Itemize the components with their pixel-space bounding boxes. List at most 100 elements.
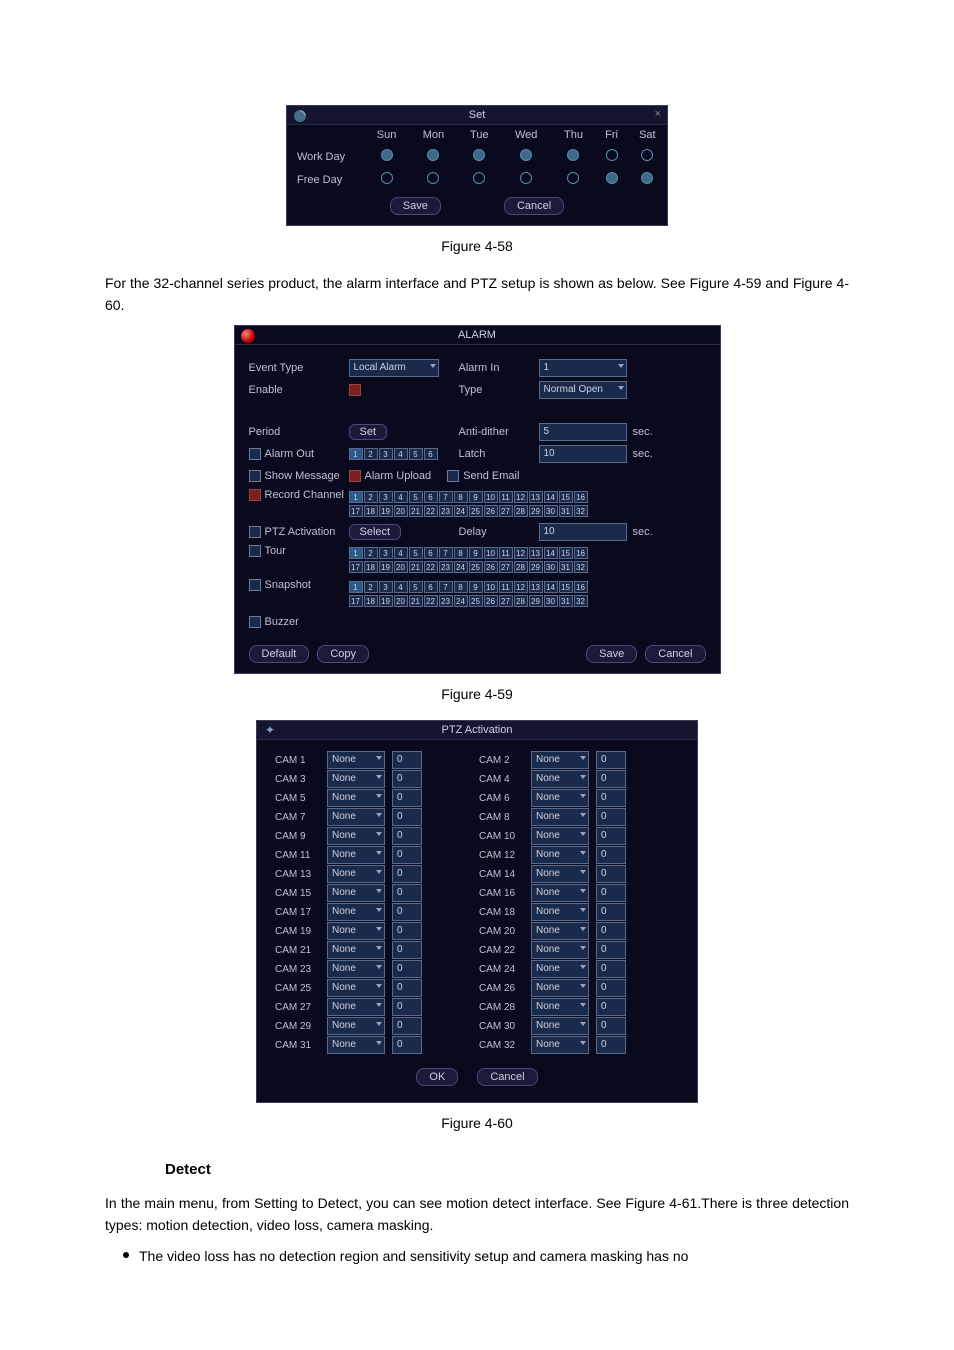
ptz-value-input[interactable]: 0	[392, 903, 422, 921]
radio-freeday-wed[interactable]	[520, 172, 532, 184]
channel-box[interactable]: 16	[574, 581, 588, 593]
channel-box[interactable]: 8	[454, 581, 468, 593]
channel-box[interactable]: 5	[409, 547, 423, 559]
channel-box[interactable]: 26	[484, 595, 498, 607]
ptz-value-input[interactable]: 0	[392, 846, 422, 864]
channel-box[interactable]: 23	[439, 595, 453, 607]
channel-box[interactable]: 29	[529, 561, 543, 573]
cancel-button[interactable]: Cancel	[504, 197, 564, 215]
alarm-out-checkbox[interactable]	[249, 448, 261, 460]
channel-box[interactable]: 15	[559, 547, 573, 559]
channel-box[interactable]: 9	[469, 491, 483, 503]
channel-box[interactable]: 28	[514, 505, 528, 517]
channel-box[interactable]: 32	[574, 595, 588, 607]
ptz-value-input[interactable]: 0	[392, 1017, 422, 1035]
radio-workday-mon[interactable]	[427, 149, 439, 161]
ptz-value-input[interactable]: 0	[392, 941, 422, 959]
channel-box[interactable]: 18	[364, 505, 378, 517]
channel-box[interactable]: 15	[559, 491, 573, 503]
ptz-value-input[interactable]: 0	[596, 846, 626, 864]
channel-box[interactable]: 26	[484, 505, 498, 517]
channel-box[interactable]: 32	[574, 561, 588, 573]
channel-box[interactable]: 13	[529, 547, 543, 559]
delay-input[interactable]: 10	[539, 523, 627, 541]
channel-box[interactable]: 3	[379, 448, 393, 460]
channel-box[interactable]: 21	[409, 561, 423, 573]
channel-box[interactable]: 1	[349, 547, 363, 559]
radio-freeday-tue[interactable]	[473, 172, 485, 184]
channel-box[interactable]: 9	[469, 547, 483, 559]
ptz-value-input[interactable]: 0	[596, 865, 626, 883]
channel-box[interactable]: 4	[394, 547, 408, 559]
channel-box[interactable]: 3	[379, 547, 393, 559]
channel-box[interactable]: 22	[424, 561, 438, 573]
ptz-type-select[interactable]: None	[531, 884, 589, 902]
channel-box[interactable]: 10	[484, 491, 498, 503]
ptz-value-input[interactable]: 0	[596, 941, 626, 959]
alarm-upload-checkbox[interactable]	[349, 470, 361, 482]
channel-box[interactable]: 31	[559, 505, 573, 517]
channel-box[interactable]: 4	[394, 448, 408, 460]
channel-box[interactable]: 8	[454, 547, 468, 559]
channel-box[interactable]: 14	[544, 581, 558, 593]
ptz-value-input[interactable]: 0	[392, 922, 422, 940]
type-select[interactable]: Normal Open	[539, 381, 627, 399]
ptz-type-select[interactable]: None	[327, 998, 385, 1016]
channel-box[interactable]: 16	[574, 491, 588, 503]
ptz-select-button[interactable]: Select	[349, 524, 402, 540]
radio-workday-sat[interactable]	[641, 149, 653, 161]
ptz-type-select[interactable]: None	[327, 789, 385, 807]
ptz-value-input[interactable]: 0	[392, 751, 422, 769]
ptz-type-select[interactable]: None	[531, 827, 589, 845]
radio-workday-wed[interactable]	[520, 149, 532, 161]
ptz-type-select[interactable]: None	[531, 922, 589, 940]
ptz-value-input[interactable]: 0	[596, 884, 626, 902]
channel-box[interactable]: 1	[349, 448, 363, 460]
channel-box[interactable]: 14	[544, 491, 558, 503]
ptz-type-select[interactable]: None	[531, 998, 589, 1016]
ptz-value-input[interactable]: 0	[392, 979, 422, 997]
ptz-type-select[interactable]: None	[327, 865, 385, 883]
ptz-type-select[interactable]: None	[327, 884, 385, 902]
ptz-type-select[interactable]: None	[327, 922, 385, 940]
ptz-type-select[interactable]: None	[327, 903, 385, 921]
channel-box[interactable]: 1	[349, 491, 363, 503]
save-button[interactable]: Save	[586, 645, 637, 663]
alarm-in-select[interactable]: 1	[539, 359, 627, 377]
channel-box[interactable]: 2	[364, 581, 378, 593]
ptz-value-input[interactable]: 0	[596, 1036, 626, 1054]
ptz-value-input[interactable]: 0	[596, 960, 626, 978]
channel-box[interactable]: 9	[469, 581, 483, 593]
channel-box[interactable]: 6	[424, 547, 438, 559]
ptz-type-select[interactable]: None	[327, 808, 385, 826]
channel-box[interactable]: 32	[574, 505, 588, 517]
channel-box[interactable]: 3	[379, 491, 393, 503]
ptz-type-select[interactable]: None	[531, 903, 589, 921]
channel-box[interactable]: 30	[544, 561, 558, 573]
ptz-value-input[interactable]: 0	[392, 998, 422, 1016]
ptz-value-input[interactable]: 0	[596, 979, 626, 997]
channel-box[interactable]: 24	[454, 505, 468, 517]
channel-box[interactable]: 18	[364, 595, 378, 607]
ptz-value-input[interactable]: 0	[596, 827, 626, 845]
channel-box[interactable]: 28	[514, 595, 528, 607]
channel-box[interactable]: 20	[394, 595, 408, 607]
channel-box[interactable]: 31	[559, 561, 573, 573]
ptz-value-input[interactable]: 0	[596, 770, 626, 788]
channel-box[interactable]: 27	[499, 505, 513, 517]
channel-box[interactable]: 11	[499, 547, 513, 559]
channel-box[interactable]: 21	[409, 505, 423, 517]
enable-checkbox[interactable]	[349, 384, 361, 396]
ptz-type-select[interactable]: None	[531, 808, 589, 826]
channel-box[interactable]: 24	[454, 561, 468, 573]
ptz-value-input[interactable]: 0	[596, 789, 626, 807]
ptz-type-select[interactable]: None	[327, 751, 385, 769]
radio-workday-fri[interactable]	[606, 149, 618, 161]
channel-box[interactable]: 25	[469, 505, 483, 517]
channel-box[interactable]: 15	[559, 581, 573, 593]
ptz-value-input[interactable]: 0	[392, 865, 422, 883]
channel-box[interactable]: 2	[364, 491, 378, 503]
channel-box[interactable]: 26	[484, 561, 498, 573]
ptz-type-select[interactable]: None	[531, 979, 589, 997]
channel-box[interactable]: 12	[514, 547, 528, 559]
